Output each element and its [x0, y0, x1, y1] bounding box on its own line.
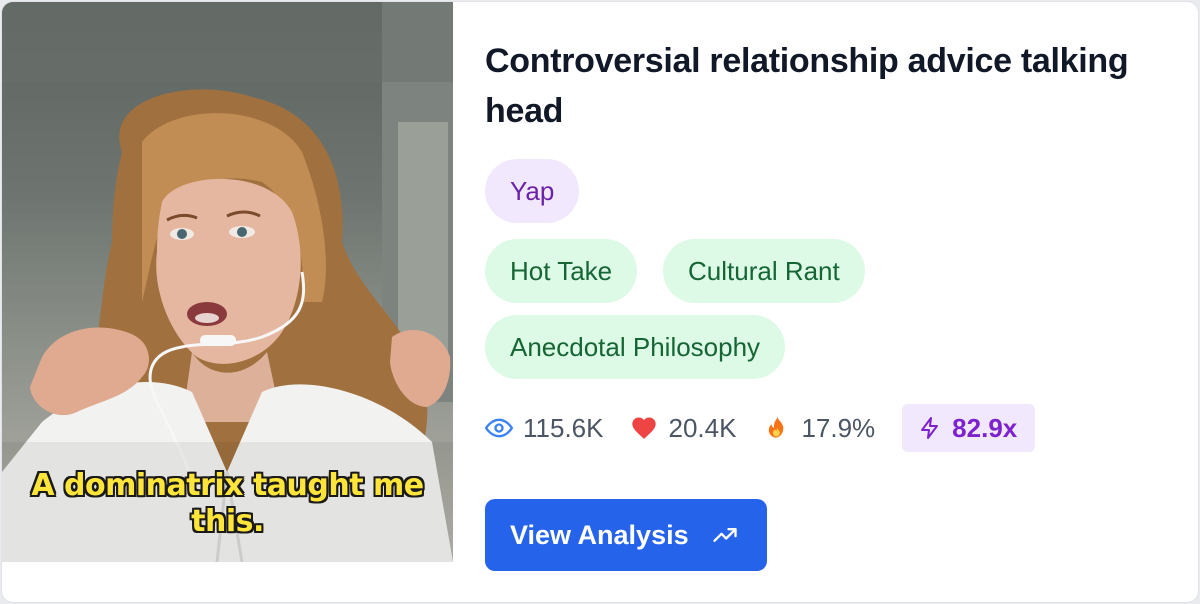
style-tag-label: Anecdotal Philosophy — [510, 331, 761, 362]
format-tag-label: Yap — [510, 175, 555, 206]
style-tag-label: Cultural Rant — [688, 255, 840, 286]
likes-stat: 20.4K — [630, 413, 736, 444]
views-stat: 115.6K — [485, 413, 603, 444]
eye-icon — [485, 414, 513, 442]
stats-row: 115.6K 20.4K 17.9% 82.9x — [485, 404, 1036, 452]
view-analysis-button[interactable]: View Analysis — [485, 499, 767, 571]
style-tag-cultural-rant: Cultural Rant — [663, 239, 865, 303]
fire-icon — [763, 414, 791, 442]
view-analysis-label: View Analysis — [510, 519, 689, 550]
style-tag-label: Hot Take — [510, 255, 613, 286]
outlier-score-badge: 82.9x — [902, 404, 1036, 452]
engagement-stat: 17.9% — [763, 413, 875, 444]
thumbnail-caption: A dominatrix taught me this. — [2, 468, 453, 540]
style-tag-hot-take: Hot Take — [485, 239, 638, 303]
engagement-rate: 17.9% — [801, 412, 876, 443]
video-thumbnail[interactable]: A dominatrix taught me this. — [2, 2, 453, 562]
outlier-score-value: 82.9x — [952, 412, 1018, 443]
lightning-icon — [918, 415, 944, 441]
caption-line-1: A dominatrix taught me — [31, 468, 424, 503]
heart-icon — [630, 414, 658, 442]
format-tag: Yap — [485, 159, 580, 223]
style-tag-anecdotal-philosophy: Anecdotal Philosophy — [485, 315, 786, 379]
caption-line-2: this. — [191, 504, 264, 539]
likes-count: 20.4K — [668, 412, 737, 443]
views-count: 115.6K — [523, 412, 604, 443]
video-title: Controversial relationship advice talkin… — [485, 42, 1129, 130]
video-card: A dominatrix taught me this. Controversi… — [1, 1, 1199, 603]
trending-up-icon — [711, 520, 741, 550]
